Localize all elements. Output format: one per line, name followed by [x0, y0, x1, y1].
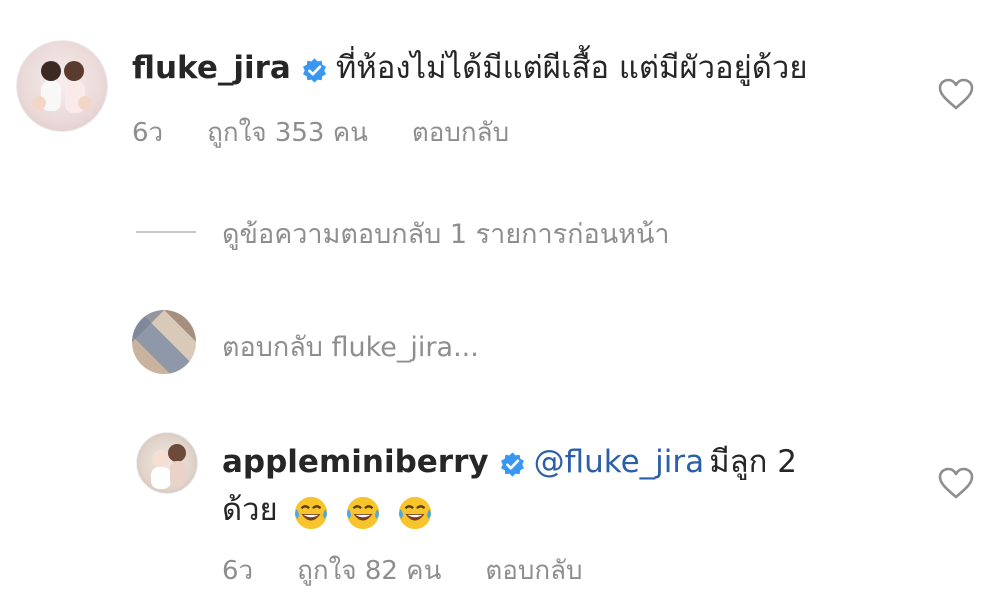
- avatar-photo: [32, 61, 92, 113]
- like-heart-icon[interactable]: [938, 78, 974, 110]
- reply-username[interactable]: appleminiberry: [222, 444, 489, 480]
- reply-reply-button[interactable]: ตอบกลับ: [485, 556, 582, 586]
- replying-target: fluke_jira...: [331, 332, 479, 363]
- comment-thread: fluke_jira ที่ห้องไม่ได้มีแต่ผีเสื้อ แต่…: [0, 0, 1000, 596]
- comment-likes[interactable]: ถูกใจ 353 คน: [207, 118, 368, 148]
- avatar[interactable]: [16, 40, 108, 132]
- reply-header: appleminiberry @fluke_jira มีลูก 2: [222, 436, 797, 486]
- comment-text: ที่ห้องไม่ได้มีแต่ผีเสื้อ แต่มีผัวอยู่ด้…: [335, 50, 808, 86]
- reply-like-heart-icon[interactable]: [938, 467, 974, 499]
- reply-meta: 6ว ถูกใจ 82 คน ตอบกลับ: [222, 550, 627, 591]
- verified-badge-icon: [302, 58, 326, 83]
- reply-text-line2-row: ด้วย: [222, 484, 448, 535]
- reply-avatar[interactable]: [136, 432, 198, 494]
- comment-time: 6ว: [132, 118, 164, 148]
- current-user-avatar: [132, 310, 196, 374]
- replying-prefix: ตอบกลับ: [222, 332, 323, 363]
- comment-meta: 6ว ถูกใจ 353 คน ตอบกลับ: [132, 112, 553, 153]
- reply-time: 6ว: [222, 556, 254, 586]
- reply-mention[interactable]: @fluke_jira: [534, 444, 705, 480]
- replying-to-indicator[interactable]: ตอบกลับ fluke_jira...: [222, 325, 479, 368]
- face-with-tears-of-joy-icon: [294, 496, 327, 529]
- reply-text-line2: ด้วย: [222, 492, 278, 528]
- comment-header: fluke_jira ที่ห้องไม่ได้มีแต่ผีเสื้อ แต่…: [132, 42, 808, 92]
- comment-reply-button[interactable]: ตอบกลับ: [412, 118, 509, 148]
- verified-badge-icon: [500, 452, 524, 477]
- face-with-tears-of-joy-icon: [346, 496, 379, 529]
- reply-avatar-photo: [151, 444, 186, 489]
- view-replies-link[interactable]: ดูข้อความตอบกลับ 1 รายการก่อนหน้า: [222, 212, 670, 255]
- reply-text-line1: มีลูก 2: [709, 444, 798, 480]
- reply-likes[interactable]: ถูกใจ 82 คน: [297, 556, 441, 586]
- view-replies-divider: [136, 231, 196, 233]
- face-with-tears-of-joy-icon: [398, 496, 431, 529]
- comment-username[interactable]: fluke_jira: [132, 50, 291, 86]
